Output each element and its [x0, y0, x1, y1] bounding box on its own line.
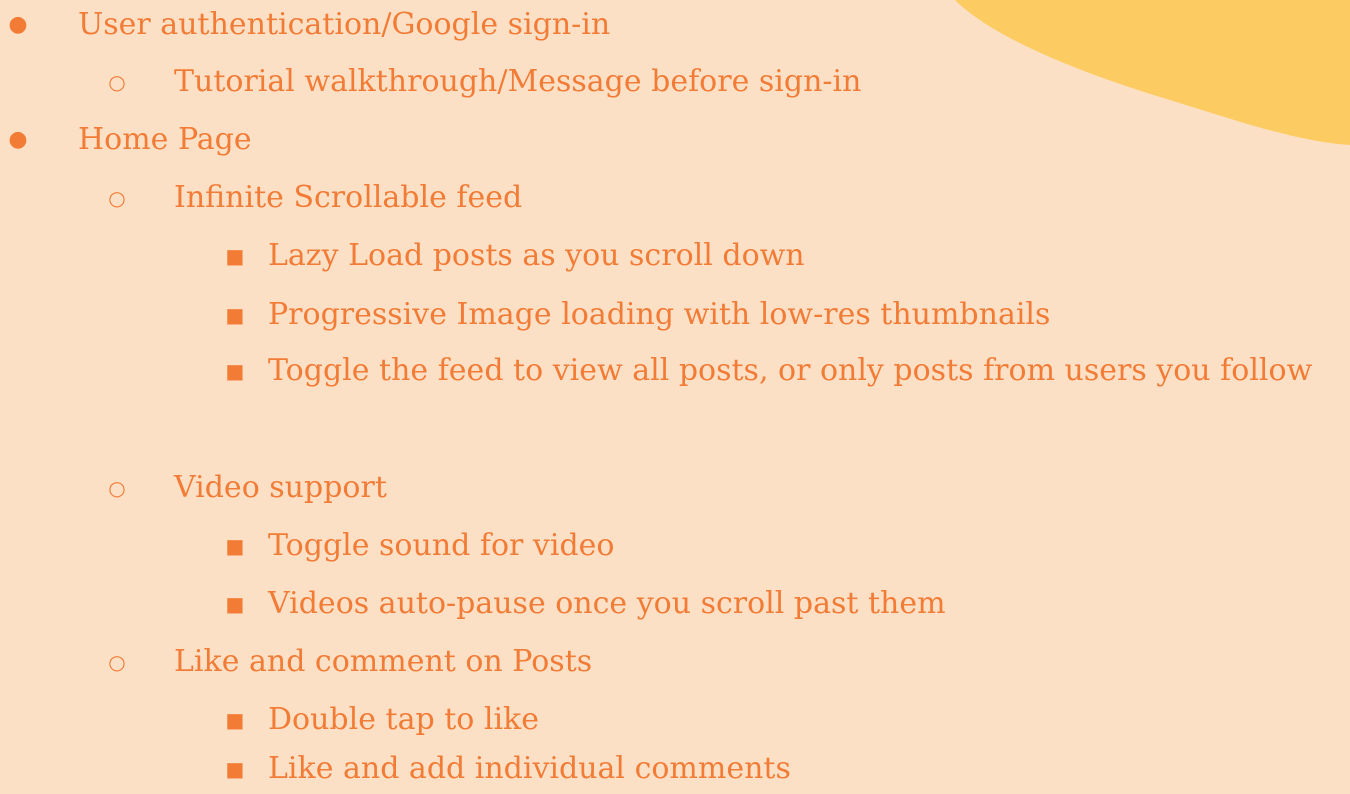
- hollow-circle-bullet-icon: ○: [108, 70, 126, 94]
- list-item: ○ Video support: [0, 463, 1350, 513]
- list-item-text: Tutorial walkthrough/Message before sign…: [174, 64, 862, 99]
- hollow-circle-bullet-icon: ○: [108, 650, 126, 674]
- list-item: ■ Toggle sound for video: [0, 521, 1350, 571]
- filled-square-bullet-icon: ■: [225, 757, 245, 781]
- list-item-text: Home Page: [78, 122, 252, 157]
- hollow-circle-bullet-icon: ○: [108, 476, 126, 500]
- list-item-text: Toggle sound for video: [268, 528, 615, 563]
- filled-circle-bullet-icon: ●: [8, 127, 28, 152]
- list-item: ■ Double tap to like: [0, 695, 1350, 745]
- list-item-text: Video support: [174, 470, 387, 505]
- list-item-text: User authentication/Google sign-in: [78, 7, 611, 42]
- bullet-list: ● User authentication/Google sign-in ○ T…: [0, 0, 1350, 794]
- list-item: ● Home Page: [0, 115, 1350, 165]
- filled-square-bullet-icon: ■: [225, 592, 245, 616]
- list-item: ○ Like and comment on Posts: [0, 637, 1350, 687]
- list-item-text: Videos auto-pause once you scroll past t…: [268, 586, 946, 621]
- filled-circle-bullet-icon: ●: [8, 12, 28, 37]
- list-item-text: Progressive Image loading with low-res t…: [268, 297, 1051, 332]
- list-item: ■ Like and add individual comments: [0, 744, 1350, 794]
- filled-square-bullet-icon: ■: [225, 359, 245, 383]
- list-item: ■ Progressive Image loading with low-res…: [0, 290, 1350, 340]
- filled-square-bullet-icon: ■: [225, 244, 245, 268]
- list-item: ● User authentication/Google sign-in: [0, 0, 1350, 50]
- list-item-text: Double tap to like: [268, 702, 539, 737]
- list-item: ■ Lazy Load posts as you scroll down: [0, 231, 1350, 281]
- list-item-text: Lazy Load posts as you scroll down: [268, 238, 805, 273]
- list-item-text: Infinite Scrollable feed: [174, 180, 523, 215]
- filled-square-bullet-icon: ■: [225, 534, 245, 558]
- filled-square-bullet-icon: ■: [225, 303, 245, 327]
- list-item-text: Like and add individual comments: [268, 751, 791, 786]
- list-item: ■ Videos auto-pause once you scroll past…: [0, 579, 1350, 629]
- filled-square-bullet-icon: ■: [225, 708, 245, 732]
- list-item: ○ Tutorial walkthrough/Message before si…: [0, 57, 1350, 107]
- list-item: ■ Toggle the feed to view all posts, or …: [0, 346, 1350, 441]
- list-item-text: Toggle the feed to view all posts, or on…: [268, 353, 1313, 388]
- list-item-text: Like and comment on Posts: [174, 644, 593, 679]
- list-item: ○ Infinite Scrollable feed: [0, 173, 1350, 223]
- hollow-circle-bullet-icon: ○: [108, 186, 126, 210]
